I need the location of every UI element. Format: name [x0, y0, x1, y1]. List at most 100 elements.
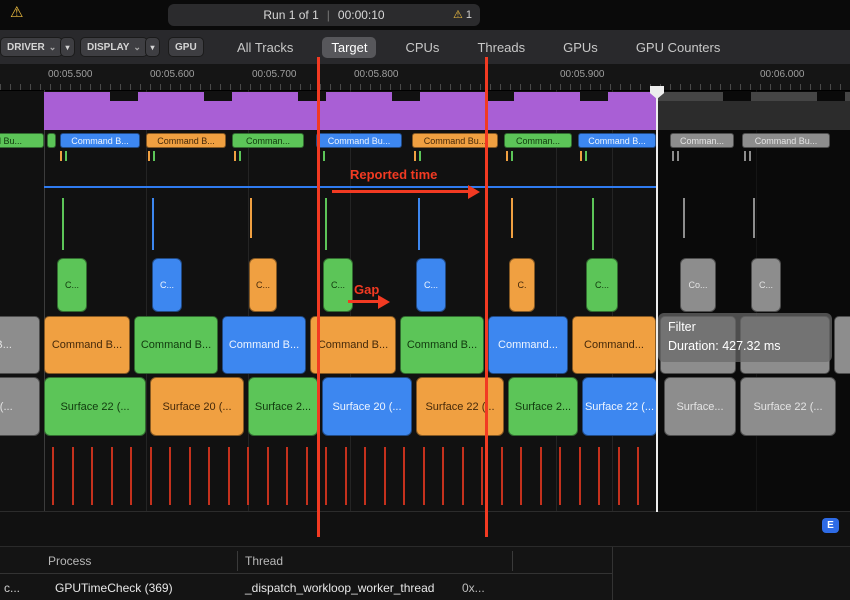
gpu-button[interactable]: GPU: [168, 37, 204, 57]
surface-clip[interactable]: Surface 2...: [508, 377, 578, 436]
vsync-tick: [403, 447, 405, 505]
command-buffer-clip[interactable]: [47, 133, 56, 148]
tab-cpus[interactable]: CPUs: [396, 37, 448, 58]
surface-clip-label: Surface 22 (...: [585, 401, 654, 413]
command-buffer-clip[interactable]: Command B...: [60, 133, 140, 148]
micro-tick: [580, 151, 582, 161]
signal-tick: [683, 198, 685, 238]
vsync-tick: [481, 447, 483, 505]
tab-gpu-counters[interactable]: GPU Counters: [627, 37, 730, 58]
command-buffer-clip[interactable]: Comman...: [504, 133, 572, 148]
vsync-tick: [364, 447, 366, 505]
micro-tick: [60, 151, 62, 161]
run-status-pill[interactable]: Run 1 of 1 | 00:00:10 ⚠ 1: [168, 4, 480, 26]
tab-all-tracks[interactable]: All Tracks: [228, 37, 302, 58]
timeline[interactable]: 00:05.50000:05.60000:05.70000:05.80000:0…: [0, 64, 850, 546]
track-surfaces[interactable]: e 20 (...Surface 22 (...Surface 20 (...S…: [0, 377, 850, 436]
command-buffer-clip[interactable]: and Bu...: [0, 133, 44, 148]
thread-cell[interactable]: _dispatch_workloop_worker_thread: [245, 581, 434, 595]
tab-threads[interactable]: Threads: [468, 37, 534, 58]
display-dropdown-label: DISPLAY: [87, 42, 129, 53]
column-divider[interactable]: [237, 551, 238, 571]
signal-tick: [753, 198, 755, 238]
encoder-clip[interactable]: C...: [586, 258, 618, 312]
vsync-tick: [228, 447, 230, 505]
header-divider: [0, 573, 612, 574]
surface-clip[interactable]: Surface 20 (...: [150, 377, 244, 436]
command-buffer-clip[interactable]: Comman...: [670, 133, 734, 148]
surface-clip-label: Surface 2...: [515, 401, 571, 413]
encoder-clip[interactable]: C...: [416, 258, 446, 312]
command-buffer-clip[interactable]: Command B...: [146, 133, 226, 148]
chevron-down-icon: ⌄: [49, 42, 57, 53]
command-buffer-clip[interactable]: Command B...: [134, 316, 218, 374]
signal-tick: [325, 198, 327, 250]
command-buffer-clip[interactable]: Command Bu...: [742, 133, 830, 148]
track-signal-ticks[interactable]: [0, 196, 850, 252]
encoder-clip[interactable]: C...: [57, 258, 87, 312]
encoder-clip[interactable]: C...: [323, 258, 353, 312]
vsync-notches: [657, 92, 850, 101]
surface-clip[interactable]: Surface 22 (...: [740, 377, 836, 436]
encoder-clip[interactable]: C...: [152, 258, 182, 312]
command-buffer-clip[interactable]: Command B...: [578, 133, 656, 148]
command-buffer-clip[interactable]: Command B...: [44, 316, 130, 374]
vsync-tick: [286, 447, 288, 505]
ruler-label: 00:05.900: [560, 69, 605, 80]
surface-clip[interactable]: Surface 22 (...: [582, 377, 657, 436]
encoder-clip[interactable]: Co...: [680, 258, 716, 312]
surface-clip[interactable]: Surface...: [664, 377, 736, 436]
track-display-vsync[interactable]: [0, 92, 850, 130]
process-cell[interactable]: GPUTimeCheck (369): [55, 581, 173, 595]
detail-panel: Process Thread c... GPUTimeCheck (369) _…: [0, 546, 850, 600]
display-dropdown[interactable]: DISPLAY ⌄: [80, 37, 148, 57]
surface-clip[interactable]: Surface 20 (...: [322, 377, 412, 436]
tab-gpus[interactable]: GPUs: [554, 37, 607, 58]
command-buffer-clip[interactable]: Command B...: [400, 316, 484, 374]
display-options-button[interactable]: ▾: [145, 37, 160, 57]
ruler-label: 00:06.000: [760, 69, 805, 80]
command-buffer-clip[interactable]: nd B...: [0, 316, 40, 374]
command-buffer-clip[interactable]: Command B...: [310, 316, 396, 374]
column-header-process[interactable]: Process: [48, 554, 91, 568]
command-buffer-clip[interactable]: Co...: [834, 316, 850, 374]
e-badge[interactable]: E: [822, 518, 839, 533]
reported-time-blue-line: [44, 186, 657, 188]
gap-arrowhead: [378, 295, 390, 309]
command-buffer-clip[interactable]: Command Bu...: [316, 133, 402, 148]
track-command-buffers-top[interactable]: and Bu... Command B... Command B... Comman.…: [0, 133, 850, 148]
playhead-line[interactable]: [656, 86, 658, 512]
vsync-tick: [579, 447, 581, 505]
encoder-clip[interactable]: C...: [249, 258, 277, 312]
warning-count-group[interactable]: ⚠ 1: [453, 9, 472, 21]
surface-clip[interactable]: Surface 22 (...: [44, 377, 146, 436]
command-buffer-clip[interactable]: Comman...: [232, 133, 304, 148]
surface-clip-label: e 20 (...: [0, 401, 13, 413]
tab-target[interactable]: Target: [322, 37, 376, 58]
column-header-thread[interactable]: Thread: [245, 554, 283, 568]
command-buffer-clip-label: Command Bu...: [328, 136, 391, 146]
command-buffer-clip[interactable]: Command...: [572, 316, 656, 374]
chevron-down-icon: ⌄: [133, 42, 141, 53]
command-buffer-clip[interactable]: Command B...: [222, 316, 306, 374]
address-cell[interactable]: 0x...: [462, 581, 485, 595]
command-buffer-clip[interactable]: Command...: [488, 316, 568, 374]
micro-tick: [153, 151, 155, 161]
surface-clip[interactable]: Surface 22 (...: [416, 377, 504, 436]
vsync-tick: [169, 447, 171, 505]
track-vsync-markers[interactable]: [0, 447, 850, 505]
encoder-clip-label: C...: [424, 280, 438, 290]
driver-options-button[interactable]: ▾: [60, 37, 75, 57]
column-divider[interactable]: [512, 551, 513, 571]
annotation-red-line: [485, 57, 488, 537]
vsync-tick: [306, 447, 308, 505]
timeline-ruler[interactable]: 00:05.50000:05.60000:05.70000:05.80000:0…: [0, 64, 850, 91]
encoder-clip[interactable]: C.: [509, 258, 535, 312]
surface-clip[interactable]: Surface 2...: [248, 377, 318, 436]
encoder-clip[interactable]: C...: [751, 258, 781, 312]
ruler-label: 00:05.500: [48, 69, 93, 80]
driver-dropdown[interactable]: DRIVER ⌄: [0, 37, 63, 57]
track-encoders[interactable]: C... C... C... C... C... C. C... Co... C...: [0, 258, 850, 312]
surface-clip[interactable]: e 20 (...: [0, 377, 40, 436]
warning-icon[interactable]: ⚠: [10, 5, 23, 20]
